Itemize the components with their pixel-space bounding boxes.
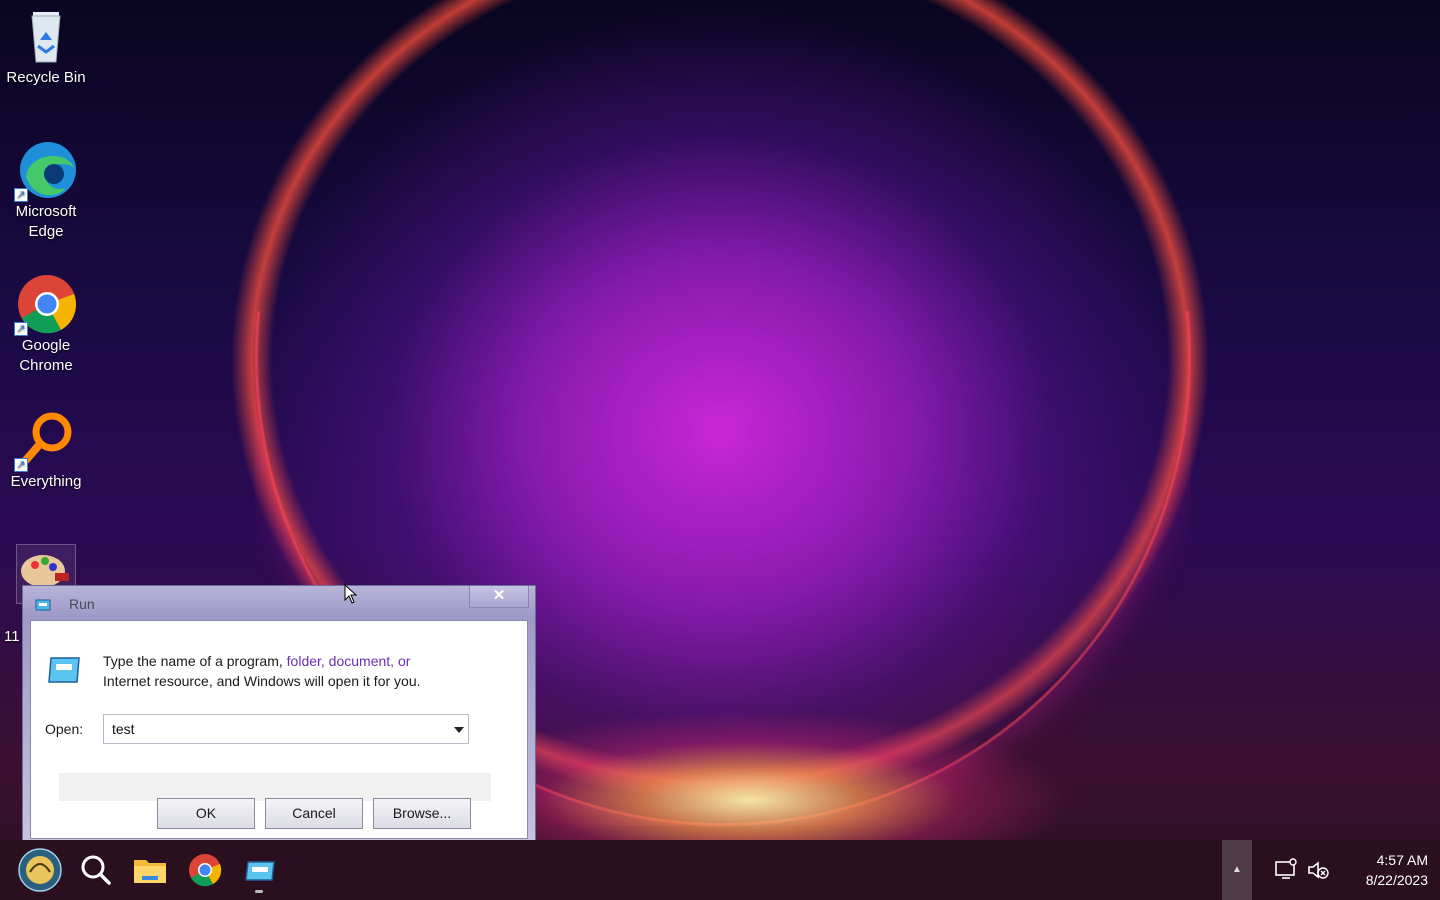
description-text-2: Internet resource, and Windows will open… <box>103 673 421 689</box>
run-icon <box>47 656 81 684</box>
desktop-icon-label: Google Chrome <box>19 337 73 374</box>
shortcut-arrow-icon: ↗ <box>14 322 28 336</box>
ok-button[interactable]: OK <box>157 798 255 829</box>
clock-time: 4:57 AM <box>1376 852 1428 868</box>
desktop-icon-everything[interactable]: ↗ Everything <box>0 410 92 492</box>
dropdown-arrow-icon[interactable] <box>454 727 464 733</box>
everything-search-icon: ↗ <box>14 410 76 472</box>
start-button[interactable] <box>18 848 62 892</box>
divider-strip <box>59 773 491 801</box>
desktop-icon-chrome[interactable]: ↗ Google Chrome <box>0 274 92 376</box>
edge-icon: ↗ <box>14 140 76 202</box>
search-icon[interactable] <box>76 850 116 890</box>
file-explorer-icon[interactable] <box>130 850 170 890</box>
taskbar: ▲ 4:57 AM 8/22/2023 <box>0 840 1440 900</box>
desktop-icon-recycle-bin[interactable]: Recycle Bin <box>0 6 92 88</box>
desktop-icon-edge[interactable]: ↗ Microsoft Edge <box>0 140 92 242</box>
desktop-icon-label: Microsoft Edge <box>15 203 77 240</box>
open-input-value[interactable]: test <box>112 721 135 737</box>
network-icon[interactable] <box>1274 858 1298 882</box>
dialog-title: Run <box>69 596 95 612</box>
chrome-icon[interactable] <box>185 850 225 890</box>
desktop-icon-label: Everything <box>10 473 82 490</box>
show-hidden-icons-button[interactable]: ▲ <box>1222 840 1252 900</box>
run-dialog[interactable]: Run ✕ Type the name of a program, folder… <box>22 585 536 841</box>
description-text: Type the name of a program, <box>103 653 287 669</box>
dialog-description: Type the name of a program, folder, docu… <box>103 651 503 691</box>
volume-muted-icon[interactable] <box>1306 858 1330 882</box>
browse-button[interactable]: Browse... <box>373 798 471 829</box>
active-indicator <box>255 890 263 893</box>
shortcut-arrow-icon: ↗ <box>14 188 28 202</box>
cancel-button[interactable]: Cancel <box>265 798 363 829</box>
run-icon <box>35 598 51 611</box>
open-combobox[interactable]: test <box>103 714 469 744</box>
run-icon[interactable] <box>240 850 280 892</box>
chrome-icon: ↗ <box>14 274 77 336</box>
mouse-cursor-icon <box>344 583 358 604</box>
desktop-icon-label: Recycle Bin <box>6 69 86 86</box>
system-clock[interactable]: 4:57 AM 8/22/2023 <box>1330 850 1428 890</box>
open-label: Open: <box>45 721 84 737</box>
desktop-icon-label-partial: 11 <box>4 628 20 645</box>
recycle-bin-icon <box>16 6 76 66</box>
description-links: folder, document, or <box>286 653 411 669</box>
close-button[interactable]: ✕ <box>469 586 529 608</box>
dialog-body: Type the name of a program, folder, docu… <box>30 620 528 839</box>
clock-date: 8/22/2023 <box>1365 872 1428 888</box>
shortcut-arrow-icon: ↗ <box>14 458 28 472</box>
